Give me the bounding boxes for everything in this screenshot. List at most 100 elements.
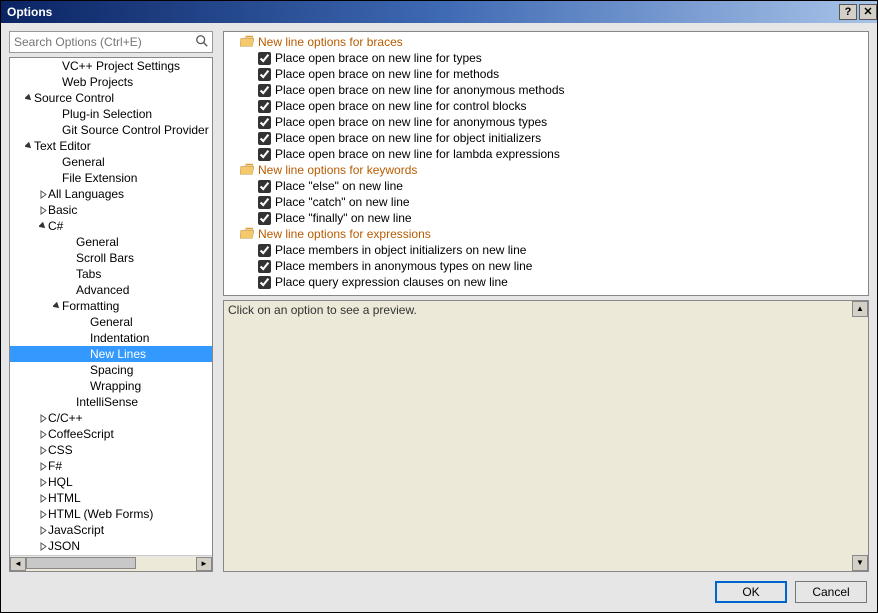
tree-item[interactable]: Advanced [10, 282, 212, 298]
tree-item[interactable]: File Extension [10, 170, 212, 186]
close-button[interactable]: ✕ [859, 4, 877, 20]
tree-item[interactable]: IntelliSense [10, 394, 212, 410]
tree-item[interactable]: General [10, 154, 212, 170]
option-label[interactable]: Place open brace on new line for types [275, 51, 482, 65]
option-label[interactable]: Place members in anonymous types on new … [275, 259, 532, 273]
option-label[interactable]: Place open brace on new line for control… [275, 99, 526, 113]
expander-closed-icon[interactable] [38, 186, 48, 202]
tree-item[interactable]: Indentation [10, 330, 212, 346]
option-label[interactable]: Place "catch" on new line [275, 195, 410, 209]
option-checkbox[interactable] [258, 84, 271, 97]
tree-item-label: New Lines [90, 347, 146, 361]
tree-item[interactable]: F# [10, 458, 212, 474]
tree-item[interactable]: Tabs [10, 266, 212, 282]
option-label[interactable]: Place members in object initializers on … [275, 243, 526, 257]
scroll-up-button[interactable]: ▲ [852, 301, 868, 317]
tree-item[interactable]: All Languages [10, 186, 212, 202]
option-group-header[interactable]: New line options for braces [228, 34, 864, 50]
tree-item[interactable]: HQL [10, 474, 212, 490]
tree-hscrollbar[interactable]: ◄ ► [10, 555, 212, 571]
option-label[interactable]: Place open brace on new line for lambda … [275, 147, 560, 161]
option-checkbox[interactable] [258, 52, 271, 65]
tree-item[interactable]: Scroll Bars [10, 250, 212, 266]
option-label[interactable]: Place "finally" on new line [275, 211, 412, 225]
expander-open-icon[interactable] [24, 138, 34, 154]
tree-item[interactable]: C# [10, 218, 212, 234]
tree-item[interactable]: Spacing [10, 362, 212, 378]
option-checkbox[interactable] [258, 116, 271, 129]
option-row: Place members in anonymous types on new … [228, 258, 864, 274]
tree-item[interactable]: JSON [10, 538, 212, 554]
option-label[interactable]: Place "else" on new line [275, 179, 403, 193]
option-checkbox[interactable] [258, 260, 271, 273]
expander-open-icon[interactable] [52, 298, 62, 314]
option-checkbox[interactable] [258, 148, 271, 161]
expander-open-icon[interactable] [38, 218, 48, 234]
scroll-down-button[interactable]: ▼ [852, 555, 868, 571]
option-checkbox[interactable] [258, 132, 271, 145]
tree-item-label: C/C++ [48, 411, 83, 425]
search-input[interactable] [9, 31, 213, 53]
tree-item[interactable]: Web Projects [10, 74, 212, 90]
cancel-button[interactable]: Cancel [795, 581, 867, 603]
scroll-track[interactable] [26, 557, 196, 571]
expander-closed-icon[interactable] [38, 458, 48, 474]
tree-item[interactable]: Wrapping [10, 378, 212, 394]
preview-vscrollbar[interactable]: ▲ ▼ [852, 301, 868, 571]
expander-closed-icon[interactable] [38, 490, 48, 506]
option-row: Place open brace on new line for anonymo… [228, 114, 864, 130]
option-group-header[interactable]: New line options for keywords [228, 162, 864, 178]
expander-closed-icon[interactable] [38, 506, 48, 522]
tree-item[interactable]: Basic [10, 202, 212, 218]
expander-closed-icon[interactable] [38, 522, 48, 538]
tree-item[interactable]: HTML (Web Forms) [10, 506, 212, 522]
tree-item[interactable]: New Lines [10, 346, 212, 362]
scroll-right-button[interactable]: ► [196, 557, 212, 571]
option-checkbox[interactable] [258, 276, 271, 289]
expander-closed-icon[interactable] [38, 442, 48, 458]
tree-item[interactable]: VC++ Project Settings [10, 58, 212, 74]
option-label[interactable]: Place open brace on new line for methods [275, 67, 499, 81]
tree-item-label: Advanced [76, 283, 129, 297]
group-header-label: New line options for expressions [258, 227, 431, 241]
expander-closed-icon[interactable] [38, 410, 48, 426]
folder-open-icon [240, 163, 254, 178]
option-row: Place open brace on new line for control… [228, 98, 864, 114]
option-checkbox[interactable] [258, 180, 271, 193]
option-checkbox[interactable] [258, 196, 271, 209]
option-row: Place members in object initializers on … [228, 242, 864, 258]
option-checkbox[interactable] [258, 100, 271, 113]
option-checkbox[interactable] [258, 68, 271, 81]
tree-item[interactable]: Plug-in Selection [10, 106, 212, 122]
tree-item[interactable]: General [10, 314, 212, 330]
tree-item[interactable]: Source Control [10, 90, 212, 106]
scroll-left-button[interactable]: ◄ [10, 557, 26, 571]
options-list[interactable]: New line options for bracesPlace open br… [223, 31, 869, 296]
option-label[interactable]: Place query expression clauses on new li… [275, 275, 508, 289]
ok-button[interactable]: OK [715, 581, 787, 603]
option-label[interactable]: Place open brace on new line for anonymo… [275, 83, 565, 97]
tree-item[interactable]: C/C++ [10, 410, 212, 426]
option-checkbox[interactable] [258, 244, 271, 257]
tree-item[interactable]: JavaScript [10, 522, 212, 538]
tree-item[interactable]: HTML [10, 490, 212, 506]
tree-item[interactable]: CSS [10, 442, 212, 458]
nav-tree[interactable]: VC++ Project SettingsWeb ProjectsSource … [9, 57, 213, 572]
expander-closed-icon[interactable] [38, 202, 48, 218]
option-checkbox[interactable] [258, 212, 271, 225]
expander-closed-icon[interactable] [38, 426, 48, 442]
scroll-thumb[interactable] [26, 557, 136, 569]
scroll-vtrack[interactable] [852, 317, 868, 555]
tree-item[interactable]: Text Editor [10, 138, 212, 154]
tree-item[interactable]: Formatting [10, 298, 212, 314]
expander-closed-icon[interactable] [38, 474, 48, 490]
tree-item[interactable]: General [10, 234, 212, 250]
option-group-header[interactable]: New line options for expressions [228, 226, 864, 242]
tree-item[interactable]: Git Source Control Provider Op [10, 122, 212, 138]
help-button[interactable]: ? [839, 4, 857, 20]
expander-open-icon[interactable] [24, 90, 34, 106]
option-label[interactable]: Place open brace on new line for object … [275, 131, 541, 145]
tree-item[interactable]: CoffeeScript [10, 426, 212, 442]
expander-closed-icon[interactable] [38, 538, 48, 554]
option-label[interactable]: Place open brace on new line for anonymo… [275, 115, 547, 129]
